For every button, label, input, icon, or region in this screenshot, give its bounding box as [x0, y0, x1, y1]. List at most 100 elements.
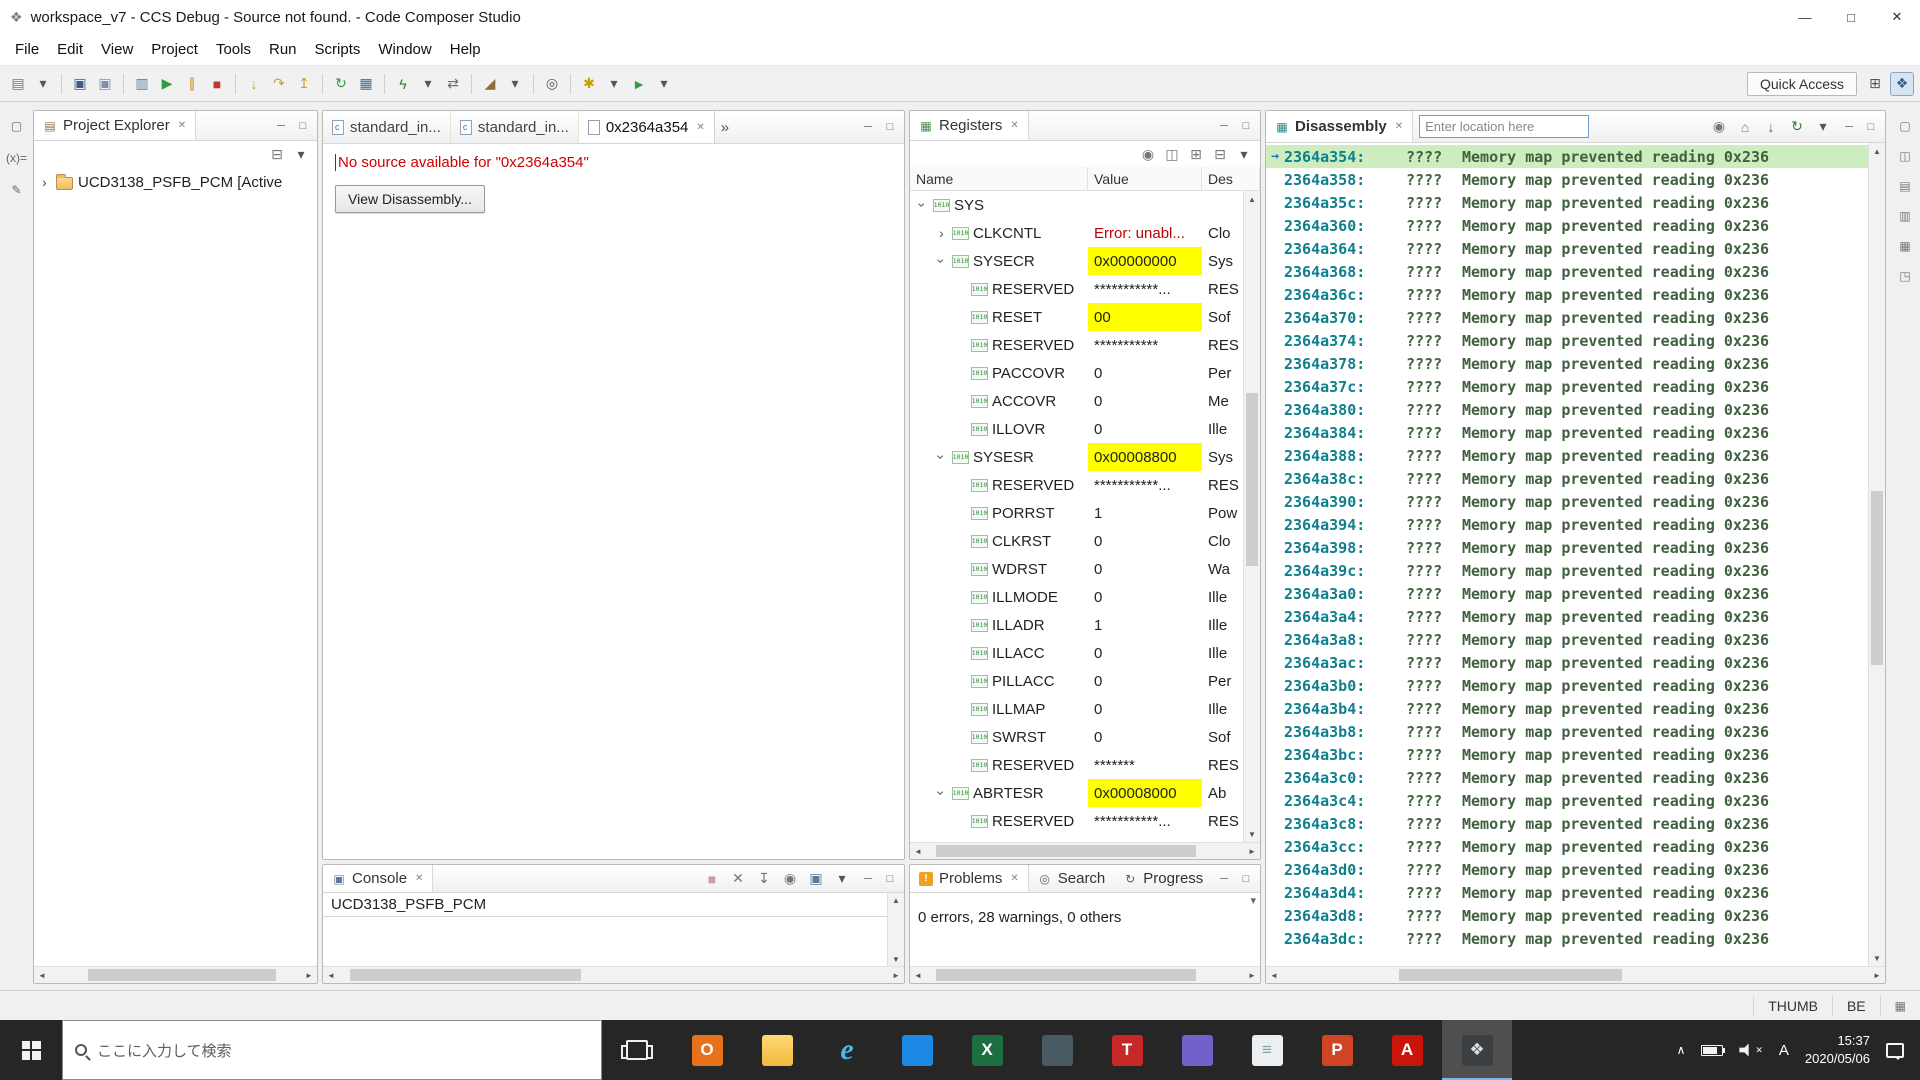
disassembly-line[interactable]: 2364a3a4:????Memory map prevented readin…	[1266, 605, 1868, 628]
scrollbar-thumb[interactable]	[1399, 969, 1622, 981]
scroll-right-icon[interactable]: ►	[1244, 847, 1260, 856]
disassembly-line[interactable]: 2364a3cc:????Memory map prevented readin…	[1266, 835, 1868, 858]
powerpoint-icon[interactable]: P	[1302, 1020, 1372, 1080]
tree-twistie-icon[interactable]: ›	[935, 255, 949, 268]
search-icon[interactable]: ◎	[540, 72, 564, 96]
tree-twistie-icon[interactable]: ›	[935, 451, 949, 464]
terminate-console-icon[interactable]: ■	[700, 867, 724, 891]
register-row[interactable]: 1010ILLOVR0Ille	[910, 415, 1243, 443]
view-menu-icon[interactable]: ▾	[289, 142, 313, 166]
disassembly-line[interactable]: 2364a364:????Memory map prevented readin…	[1266, 237, 1868, 260]
ccs-icon[interactable]: ❖	[1442, 1020, 1512, 1080]
scroll-left-icon[interactable]: ◄	[910, 971, 926, 980]
register-row[interactable]: 1010ILLADR1Ille	[910, 611, 1243, 639]
disassembly-line[interactable]: →2364a354:????Memory map prevented readi…	[1266, 145, 1868, 168]
disassembly-line[interactable]: 2364a394:????Memory map prevented readin…	[1266, 513, 1868, 536]
register-row[interactable]: 1010PACCOVR0Per	[910, 359, 1243, 387]
window-close-button[interactable]: ✕	[1874, 0, 1920, 34]
refresh-icon[interactable]: ↻	[1785, 115, 1809, 139]
new-icon[interactable]: ▤	[6, 72, 30, 96]
maximize-panel-icon[interactable]: □	[1236, 869, 1256, 889]
pin-view-icon[interactable]: ◉	[1707, 115, 1731, 139]
close-icon[interactable]: ✕	[1395, 121, 1403, 132]
window-minimize-button[interactable]: —	[1782, 0, 1828, 34]
disassembly-line[interactable]: 2364a368:????Memory map prevented readin…	[1266, 260, 1868, 283]
step-over-icon[interactable]: ↷	[267, 72, 291, 96]
register-row[interactable]: 1010ILLMODE0Ille	[910, 583, 1243, 611]
disassembly-line[interactable]: 2364a380:????Memory map prevented readin…	[1266, 398, 1868, 421]
disassembly-line[interactable]: 2364a36c:????Memory map prevented readin…	[1266, 283, 1868, 306]
view-menu-icon[interactable]: ▾	[1232, 142, 1256, 166]
maximize-panel-icon[interactable]: □	[880, 869, 900, 889]
register-row[interactable]: ›1010SYSECR0x00000000Sys	[910, 247, 1243, 275]
open-console-dropdown-icon[interactable]: ▾	[830, 867, 854, 891]
register-row[interactable]: ›1010SYS	[910, 191, 1243, 219]
acrobat-icon[interactable]: A	[1372, 1020, 1442, 1080]
disassembly-line[interactable]: 2364a35c:????Memory map prevented readin…	[1266, 191, 1868, 214]
favorites-dropdown-icon[interactable]: ▾	[602, 72, 626, 96]
tree-twistie-icon[interactable]: ›	[935, 787, 949, 800]
disassembly-line[interactable]: 2364a358:????Memory map prevented readin…	[1266, 168, 1868, 191]
tree-twistie-icon[interactable]: ›	[935, 226, 948, 240]
favorites-icon[interactable]: ✱	[577, 72, 601, 96]
tab-registers[interactable]: ▦ Registers ✕	[910, 111, 1029, 140]
tab-problems[interactable]: !Problems✕	[910, 865, 1029, 892]
register-row[interactable]: ›1010CLKCNTLError: unabl...Clo	[910, 219, 1243, 247]
menu-run[interactable]: Run	[260, 36, 306, 63]
register-row[interactable]: ›1010ABRTESR0x00008000Ab	[910, 779, 1243, 807]
scrollbar-thumb[interactable]	[936, 969, 1197, 981]
register-row[interactable]: 1010RESET00Sof	[910, 303, 1243, 331]
scroll-left-icon[interactable]: ◄	[1266, 971, 1282, 980]
terminate-icon[interactable]: ■	[205, 72, 229, 96]
register-row[interactable]: 1010ILLACC0Ille	[910, 639, 1243, 667]
scrollbar-thumb[interactable]	[936, 845, 1197, 857]
disassembly-line[interactable]: 2364a3a0:????Memory map prevented readin…	[1266, 582, 1868, 605]
open-perspective-icon[interactable]: ⊞	[1863, 72, 1887, 96]
disassembly-line[interactable]: 2364a374:????Memory map prevented readin…	[1266, 329, 1868, 352]
disassembly-vertical-scrollbar[interactable]: ▲ ▼	[1868, 143, 1885, 966]
disassembly-line[interactable]: 2364a370:????Memory map prevented readin…	[1266, 306, 1868, 329]
menu-help[interactable]: Help	[441, 36, 490, 63]
purple-app-icon[interactable]	[1162, 1020, 1232, 1080]
minimize-panel-icon[interactable]: ─	[1839, 117, 1859, 137]
scroll-left-icon[interactable]: ◄	[34, 971, 50, 980]
disassembly-line[interactable]: 2364a384:????Memory map prevented readin…	[1266, 421, 1868, 444]
register-row[interactable]: 1010RESERVED***********...RES	[910, 471, 1243, 499]
menu-view[interactable]: View	[92, 36, 142, 63]
scroll-down-icon[interactable]: ▼	[888, 952, 904, 966]
step-into-icon[interactable]: ↓	[242, 72, 266, 96]
menu-file[interactable]: File	[6, 36, 48, 63]
scroll-down-icon[interactable]: ▼	[1869, 950, 1885, 966]
scroll-up-icon[interactable]: ▲	[1869, 143, 1885, 159]
project-tree-item[interactable]: › UCD3138_PSFB_PCM [Active	[34, 169, 317, 195]
start-button[interactable]	[0, 1020, 62, 1080]
menu-scripts[interactable]: Scripts	[306, 36, 370, 63]
maximize-panel-icon[interactable]: □	[293, 116, 313, 136]
disassembly-line[interactable]: 2364a3d4:????Memory map prevented readin…	[1266, 881, 1868, 904]
close-icon[interactable]: ✕	[415, 873, 423, 884]
scrollbar-thumb[interactable]	[1246, 393, 1258, 566]
tree-twistie-icon[interactable]: ›	[38, 175, 51, 189]
disassembly-line[interactable]: 2364a3b8:????Memory map prevented readin…	[1266, 720, 1868, 743]
step-return-icon[interactable]: ↥	[292, 72, 316, 96]
restart-icon[interactable]: ↻	[329, 72, 353, 96]
home-icon[interactable]: ⌂	[1733, 115, 1757, 139]
scrollbar-thumb[interactable]	[88, 969, 276, 981]
internet-explorer-icon[interactable]: e	[812, 1020, 882, 1080]
minimize-panel-icon[interactable]: ─	[858, 869, 878, 889]
scroll-right-icon[interactable]: ►	[1244, 971, 1260, 980]
flash-dropdown-icon[interactable]: ▾	[416, 72, 440, 96]
console-view-icon[interactable]: ▥	[130, 72, 154, 96]
register-row[interactable]: ›1010SYSESR0x00008800Sys	[910, 443, 1243, 471]
scroll-down-icon[interactable]: ▼	[1244, 826, 1260, 842]
disassembly-line[interactable]: 2364a38c:????Memory map prevented readin…	[1266, 467, 1868, 490]
menu-tools[interactable]: Tools	[207, 36, 260, 63]
disassembly-line[interactable]: 2364a3c8:????Memory map prevented readin…	[1266, 812, 1868, 835]
disassembly-line[interactable]: 2364a3d8:????Memory map prevented readin…	[1266, 904, 1868, 927]
tab-disassembly[interactable]: ▦ Disassembly ✕	[1266, 111, 1413, 142]
scroll-left-icon[interactable]: ◄	[323, 971, 339, 980]
disassembly-line[interactable]: 2364a3c4:????Memory map prevented readin…	[1266, 789, 1868, 812]
save-icon[interactable]: ▣	[68, 72, 92, 96]
notepad-icon[interactable]: ≡	[1232, 1020, 1302, 1080]
disassembly-line[interactable]: 2364a3bc:????Memory map prevented readin…	[1266, 743, 1868, 766]
